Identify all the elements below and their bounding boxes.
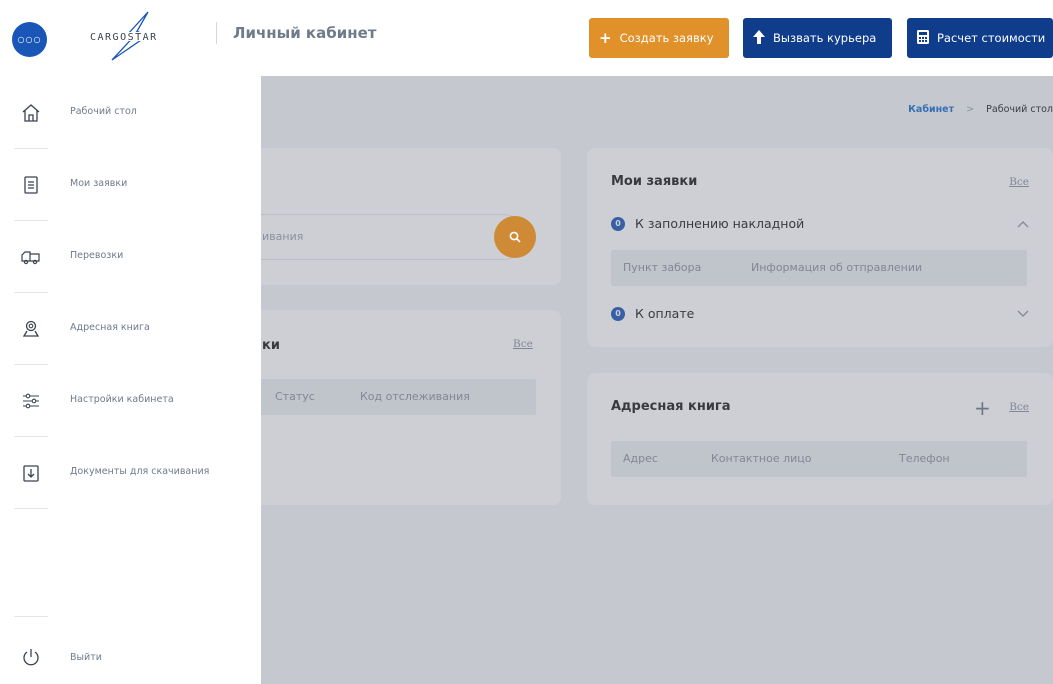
svg-text:CARGOSTAR: CARGOSTAR: [90, 32, 158, 43]
calculator-icon: [917, 29, 929, 47]
document-icon: [20, 174, 42, 196]
dots-icon: ○○○: [17, 35, 42, 44]
side-navigation: Рабочий стол Мои заявки Перевозки Адресн…: [0, 76, 261, 684]
sidebar-item-label: Настройки кабинета: [70, 394, 174, 405]
sidebar-item-address-book[interactable]: Адресная книга: [0, 292, 261, 364]
sidebar-item-label: Перевозки: [70, 250, 124, 261]
download-icon: [20, 462, 42, 484]
call-courier-label: Вызвать курьера: [773, 31, 877, 45]
home-icon: [20, 102, 42, 124]
sidebar-item-label: Рабочий стол: [70, 106, 137, 117]
menu-button[interactable]: ○○○: [12, 22, 47, 57]
sliders-icon: [20, 390, 42, 412]
cost-calculation-button[interactable]: Расчет стоимости: [907, 18, 1053, 58]
power-icon: [20, 646, 42, 668]
sidebar-divider: [14, 508, 48, 509]
search-icon: [509, 231, 521, 243]
logout-label: Выйти: [70, 652, 102, 663]
sidebar-item-my-requests[interactable]: Мои заявки: [0, 148, 261, 220]
page-title: Личный кабинет: [233, 24, 377, 42]
create-request-button[interactable]: + Создать заявку: [589, 18, 729, 58]
sidebar-item-label: Мои заявки: [70, 178, 128, 189]
call-courier-button[interactable]: Вызвать курьера: [743, 18, 892, 58]
create-request-label: Создать заявку: [619, 31, 714, 45]
sidebar-item-dashboard[interactable]: Рабочий стол: [0, 76, 261, 148]
sidebar-item-settings[interactable]: Настройки кабинета: [0, 364, 261, 436]
location-pin-icon: [20, 318, 42, 340]
header-divider: [216, 22, 217, 44]
arrow-up-icon: [753, 29, 765, 47]
sidebar-item-shipments[interactable]: Перевозки: [0, 220, 261, 292]
sidebar-divider: [14, 616, 48, 617]
cost-calculation-label: Расчет стоимости: [937, 31, 1046, 45]
search-button[interactable]: [494, 216, 536, 258]
truck-icon: [20, 246, 42, 268]
top-header: ○○○ CARGOSTAR Личный кабинет + Создать з…: [0, 0, 1053, 76]
sidebar-item-downloads[interactable]: Документы для скачивания: [0, 436, 261, 508]
sidebar-item-label: Адресная книга: [70, 322, 150, 333]
sidebar-item-label: Документы для скачивания: [70, 466, 210, 477]
cargostar-logo[interactable]: CARGOSTAR: [86, 10, 206, 62]
logout-button[interactable]: Выйти: [0, 622, 261, 684]
plus-icon: +: [599, 28, 612, 47]
